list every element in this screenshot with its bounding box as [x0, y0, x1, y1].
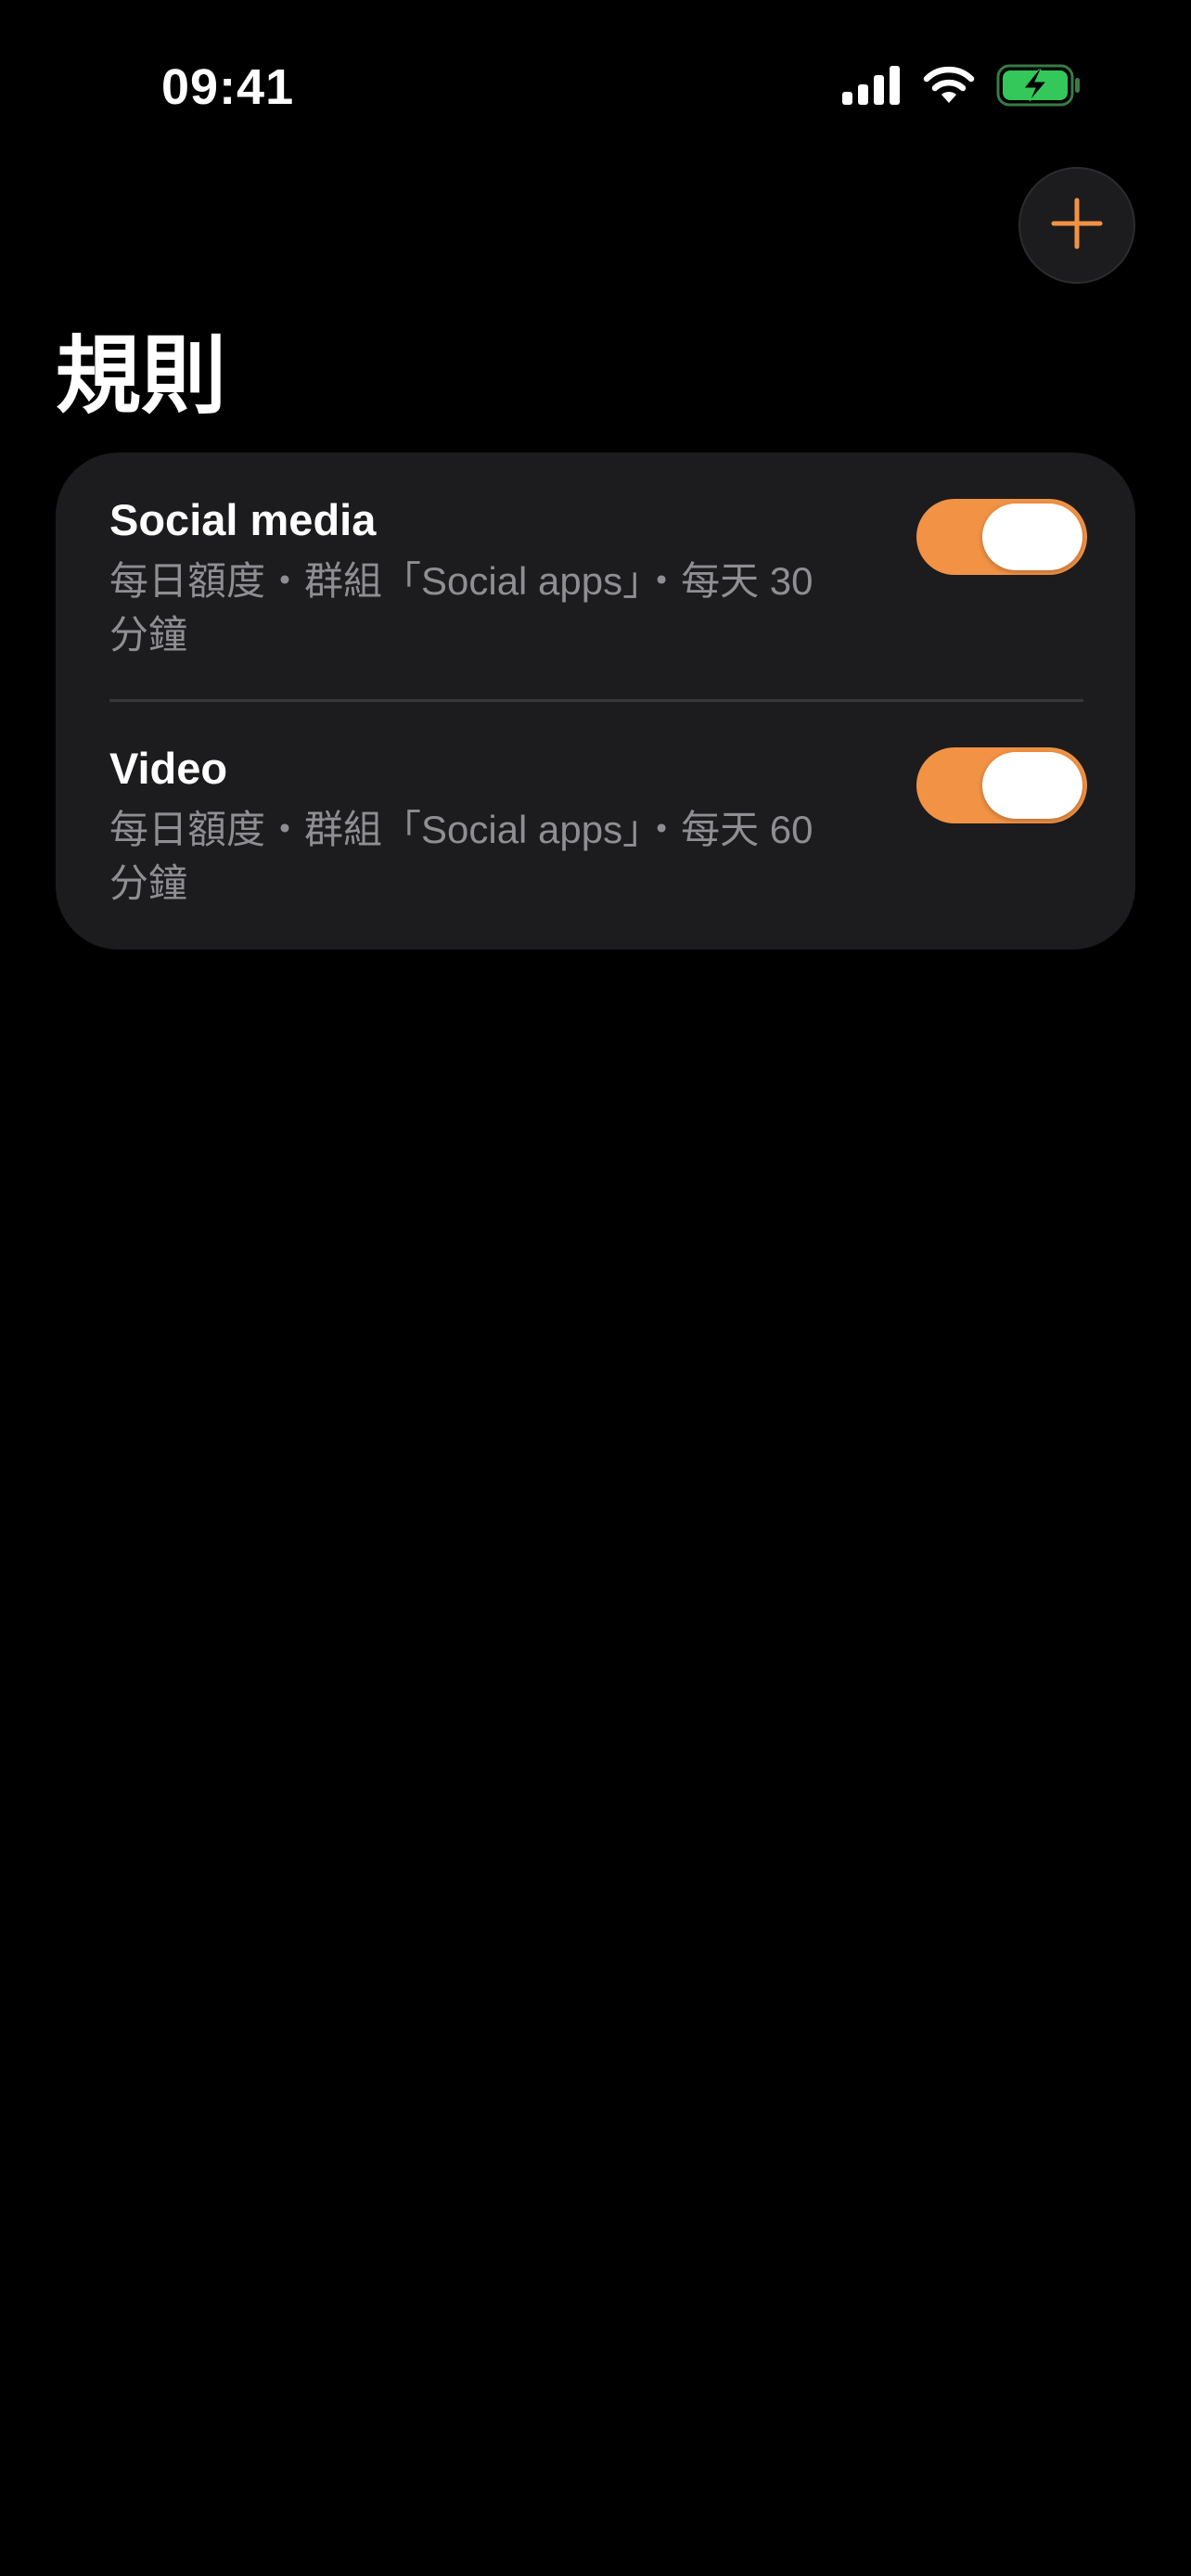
- plus-icon: [1051, 198, 1103, 254]
- status-icons: [842, 61, 1082, 113]
- toggle-knob: [982, 504, 1082, 570]
- add-rule-button[interactable]: [1018, 167, 1135, 284]
- battery-charging-icon: [996, 64, 1082, 111]
- status-bar: 09:41: [0, 0, 1191, 176]
- rule-row-social-media[interactable]: Social media 每日額度・群組「Social apps」・每天 30 …: [56, 453, 1135, 702]
- status-time: 09:41: [161, 59, 295, 115]
- rule-description: 每日額度・群組「Social apps」・每天 30 分鐘: [109, 559, 813, 657]
- rule-description: 每日額度・群組「Social apps」・每天 60 分鐘: [109, 808, 813, 905]
- rule-toggle-video[interactable]: [916, 747, 1087, 823]
- rule-name: Social media: [109, 495, 377, 544]
- rules-list: Social media 每日額度・群組「Social apps」・每天 30 …: [56, 453, 1135, 950]
- rule-name: Video: [109, 744, 228, 793]
- cellular-signal-icon: [842, 65, 902, 109]
- rule-row-video[interactable]: Video 每日額度・群組「Social apps」・每天 60 分鐘: [56, 701, 1135, 950]
- toggle-knob: [982, 752, 1082, 819]
- page-title: 規則: [56, 329, 227, 424]
- rule-toggle-social-media[interactable]: [916, 499, 1087, 575]
- wifi-icon: [922, 66, 976, 109]
